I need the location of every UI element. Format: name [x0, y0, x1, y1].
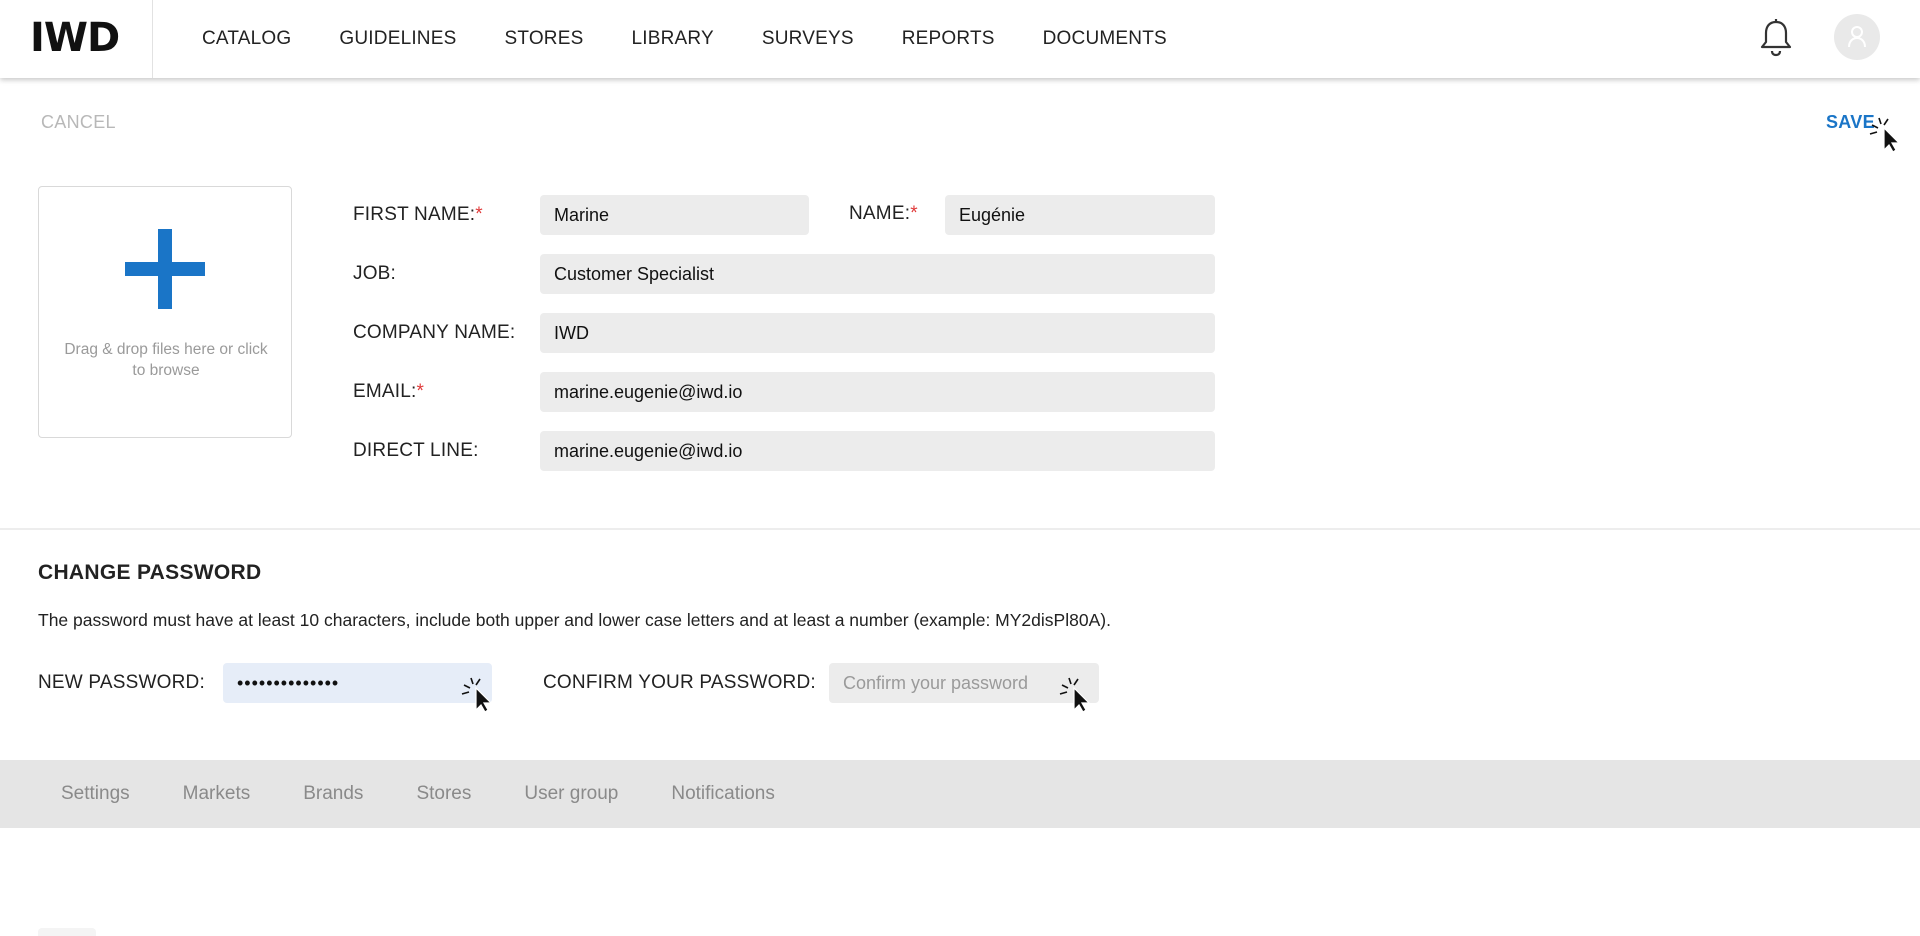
- company-name-label: COMPANY NAME:: [353, 322, 516, 343]
- direct-line-label: DIRECT LINE:: [353, 440, 479, 461]
- first-name-label: FIRST NAME:*: [353, 204, 483, 225]
- nav-item-reports[interactable]: REPORTS: [902, 28, 995, 50]
- iwd-logo[interactable]: IWD: [30, 18, 120, 58]
- confirm-password-label: CONFIRM YOUR PASSWORD:: [543, 672, 816, 693]
- password-requirements-text: The password must have at least 10 chara…: [38, 610, 1111, 630]
- direct-line-input[interactable]: [540, 431, 1215, 471]
- nav-item-stores[interactable]: STORES: [504, 28, 583, 50]
- top-navigation-bar: IWD CATALOG GUIDELINES STORES LIBRARY SU…: [0, 0, 1920, 78]
- save-button[interactable]: SAVE: [1826, 112, 1875, 133]
- nav-item-catalog[interactable]: CATALOG: [202, 28, 291, 50]
- plus-icon-horizontal: [125, 262, 205, 276]
- nav-item-guidelines[interactable]: GUIDELINES: [339, 28, 456, 50]
- tab-notifications[interactable]: Notifications: [671, 783, 775, 805]
- upload-hint: Drag & drop files here or click to brows…: [64, 341, 268, 379]
- section-divider: [0, 528, 1920, 530]
- nav-item-library[interactable]: LIBRARY: [631, 28, 713, 50]
- tab-stores[interactable]: Stores: [416, 783, 471, 805]
- nav-item-surveys[interactable]: SURVEYS: [762, 28, 854, 50]
- email-label: EMAIL:*: [353, 381, 425, 402]
- name-label: NAME:*: [849, 203, 918, 224]
- photo-upload-dropzone[interactable]: Drag & drop files here or click to brows…: [38, 186, 292, 438]
- logo-divider: [152, 0, 153, 78]
- confirm-password-input[interactable]: [829, 663, 1099, 703]
- new-password-label: NEW PASSWORD:: [38, 672, 205, 693]
- first-name-input[interactable]: [540, 195, 809, 235]
- profile-tabs: Settings Markets Brands Stores User grou…: [0, 760, 1920, 828]
- name-input[interactable]: [945, 195, 1215, 235]
- bell-icon[interactable]: [1758, 18, 1794, 58]
- tab-settings[interactable]: Settings: [61, 783, 130, 805]
- job-label: JOB:: [353, 263, 397, 284]
- main-nav: CATALOG GUIDELINES STORES LIBRARY SURVEY…: [202, 0, 1215, 78]
- job-input[interactable]: [540, 254, 1215, 294]
- email-input[interactable]: [540, 372, 1215, 412]
- new-password-input[interactable]: [223, 663, 492, 703]
- tab-brands[interactable]: Brands: [303, 783, 363, 805]
- company-name-input[interactable]: [540, 313, 1215, 353]
- cancel-button[interactable]: CANCEL: [41, 112, 116, 133]
- tab-user-group[interactable]: User group: [524, 783, 618, 805]
- tab-markets[interactable]: Markets: [183, 783, 251, 805]
- change-password-title: CHANGE PASSWORD: [38, 561, 262, 584]
- partial-content-edge: [38, 928, 96, 936]
- user-avatar-icon[interactable]: [1834, 14, 1880, 60]
- nav-item-documents[interactable]: DOCUMENTS: [1043, 28, 1167, 50]
